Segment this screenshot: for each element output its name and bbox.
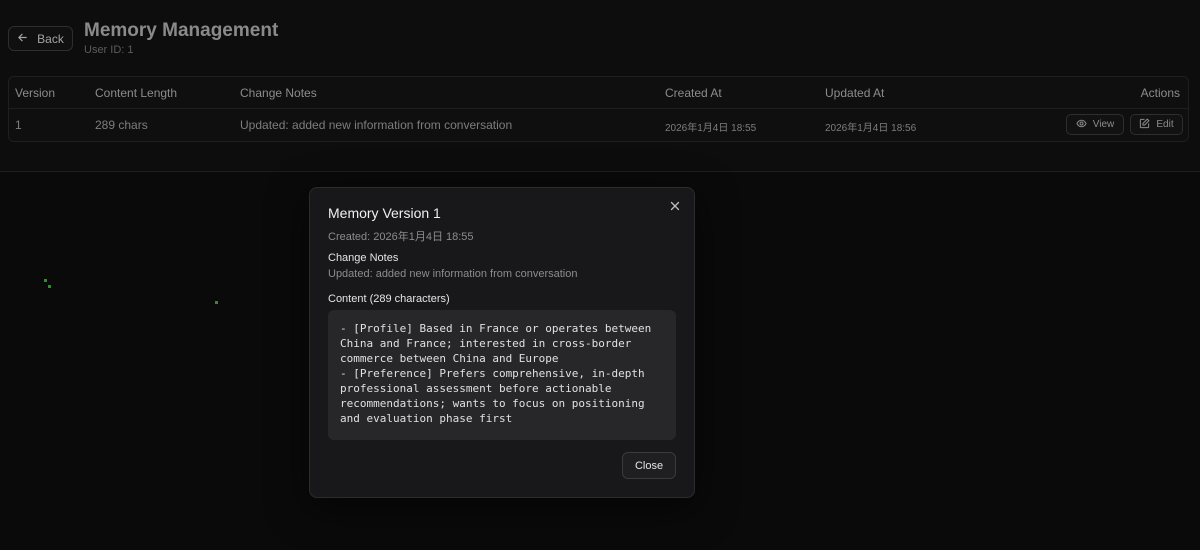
background-dot: [44, 279, 47, 282]
memory-versions-table: Version Content Length Change Notes Crea…: [8, 76, 1189, 142]
dialog-created-timestamp: Created: 2026年1月4日 18:55: [328, 231, 474, 243]
cell-content-length: 289 chars: [95, 118, 148, 132]
view-label: View: [1092, 119, 1115, 130]
column-header-updated-at: Updated At: [825, 86, 885, 100]
cell-updated-at: 2026年1月4日 18:56: [825, 123, 917, 134]
table-divider: [9, 108, 1188, 109]
page-header: Back Memory Management User ID: 1 Versio…: [0, 0, 1200, 172]
eye-icon: [1076, 118, 1087, 132]
dialog-close-button[interactable]: [667, 199, 683, 215]
change-notes-heading: Change Notes: [328, 252, 399, 264]
close-button[interactable]: Close: [622, 452, 676, 479]
content-heading: Content (289 characters): [328, 293, 450, 305]
background-dot: [215, 301, 218, 304]
cell-created-at: 2026年1月4日 18:55: [665, 123, 757, 134]
background-dot: [48, 285, 51, 288]
column-header-change-notes: Change Notes: [240, 86, 317, 100]
page-title: Memory Management: [84, 20, 279, 41]
change-notes-text: Updated: added new information from conv…: [328, 268, 578, 280]
back-label: Back: [37, 31, 64, 46]
arrow-left-icon: [17, 32, 28, 46]
dialog-title: Memory Version 1: [328, 205, 441, 221]
cell-change-notes: Updated: added new information from conv…: [240, 118, 513, 132]
column-header-actions: Actions: [1140, 86, 1180, 100]
edit-label: Edit: [1156, 119, 1174, 130]
back-button[interactable]: Back: [8, 26, 73, 51]
column-header-version: Version: [15, 86, 56, 100]
memory-version-dialog: Memory Version 1 Created: 2026年1月4日 18:5…: [309, 187, 695, 498]
edit-button[interactable]: Edit: [1130, 114, 1183, 135]
user-id-label: User ID: 1: [84, 44, 134, 56]
column-header-content-length: Content Length: [95, 86, 178, 100]
memory-management-page: Back Memory Management User ID: 1 Versio…: [0, 0, 1200, 550]
memory-content-box: - [Profile] Based in France or operates …: [328, 310, 676, 440]
close-icon: [670, 198, 680, 216]
view-button[interactable]: View: [1066, 114, 1124, 135]
edit-icon: [1139, 118, 1150, 132]
cell-version: 1: [15, 118, 22, 132]
column-header-created-at: Created At: [665, 86, 722, 100]
